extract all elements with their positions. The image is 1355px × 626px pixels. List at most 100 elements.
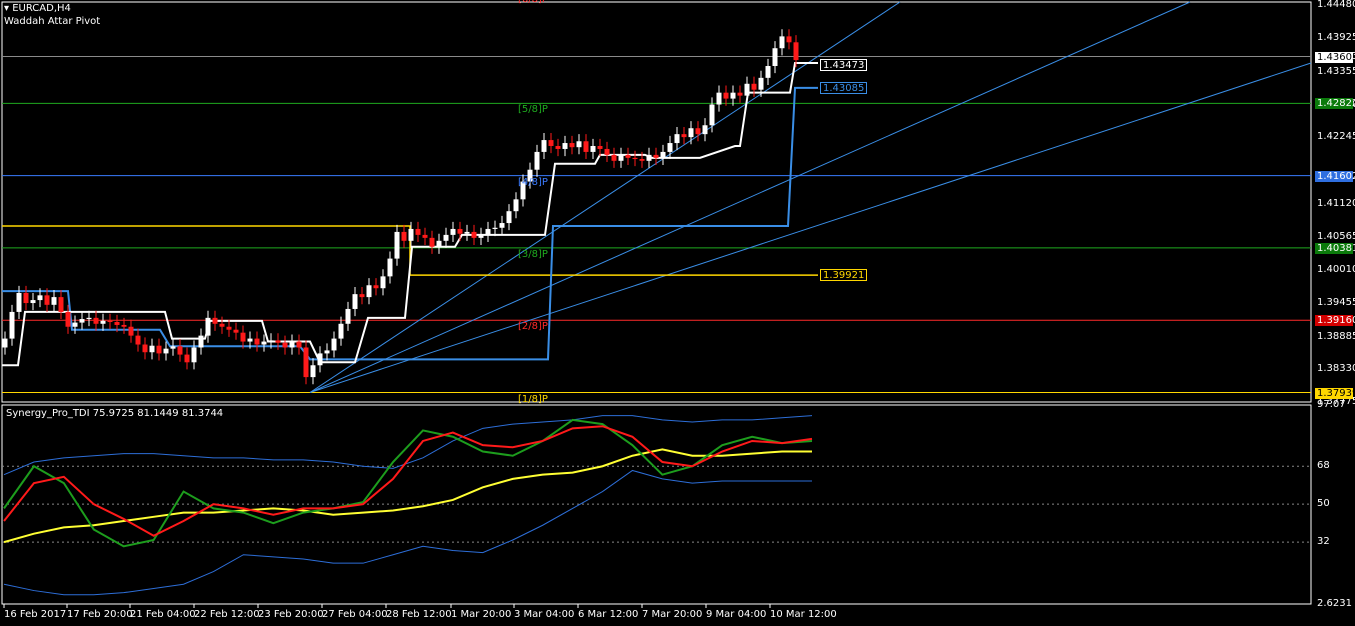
tdi-trade-signal-line [3,425,813,537]
time-axis-label: 23 Feb 20:00 [258,609,324,620]
candle-body [401,231,407,241]
tdi-axis-label: 68 [1317,460,1330,472]
candle-body [632,157,638,160]
candle-body [9,311,15,339]
candle-body [436,240,442,247]
indicator-name: Waddah Attar Pivot [4,16,101,27]
candle-body [534,151,540,170]
candle-body [716,92,722,105]
candle-body [597,146,603,149]
price-axis-label: 1.41120 [1317,198,1355,210]
candle-body [373,285,379,289]
candle-body [268,340,274,342]
candle-body [541,140,547,152]
time-axis-label: 27 Feb 04:00 [322,609,388,620]
candle-body [422,234,428,238]
time-axis-label: 16 Feb 2017 [4,609,67,620]
candle-body [492,227,498,229]
time-axis-label: 21 Feb 04:00 [130,609,196,620]
candle-body [170,346,176,349]
price-axis-label: 1.43355 [1317,65,1355,77]
price-axis-label: 1.40565 [1317,230,1355,242]
candle-body [674,134,680,144]
tdi-axis-label: 2.6231 [1317,598,1352,609]
candle-body [786,36,792,43]
candle-body [408,228,414,241]
candle-body [485,228,491,235]
candle-body [65,311,71,327]
candle-body [506,211,512,224]
candle-body [51,297,57,305]
candle-body [639,159,645,161]
price-axis-label: 1.43925 [1317,31,1355,43]
candle-body [317,353,323,366]
candle-body [730,92,736,99]
candle-body [793,42,799,61]
candle-body [653,154,659,158]
candle-body [457,228,463,234]
price-axis-marker: 1.39160 [1315,315,1355,327]
time-axis-label: 6 Mar 12:00 [578,609,639,620]
candle-body [205,317,211,336]
candle-body [590,146,596,152]
symbol-title[interactable]: ▾ EURCAD,H4 [4,3,71,14]
tdi-axis-label: 32 [1317,536,1330,548]
dropdown-triangle-icon[interactable]: ▾ [4,3,9,14]
fan-line-1 [309,1,1191,393]
pivot-label-5: [1/8]P [518,393,548,405]
pivot-label-1: [5/8]P [518,104,548,116]
price-chart-canvas[interactable] [0,0,1355,626]
candle-body [44,295,50,305]
candle-body [366,285,372,298]
candle-body [303,347,309,378]
time-axis-label: 7 Mar 20:00 [642,609,703,620]
candle-body [772,48,778,66]
candle-body [184,354,190,363]
candle-body [100,320,106,324]
price-axis-label: 1.39455 [1317,296,1355,308]
candle-body [555,146,561,149]
candle-body [282,342,288,348]
candle-body [191,347,197,363]
candle-body [387,258,393,277]
candle-body [681,134,687,138]
candle-body [702,125,708,135]
level-tag: 1.39921 [820,269,868,282]
price-axis-label: 1.38330 [1317,363,1355,375]
candle-body [464,231,470,234]
candle-body [72,322,78,327]
candle-body [751,83,757,90]
candle-body [723,92,729,99]
candle-body [569,143,575,148]
candle-body [107,320,113,322]
candle-body [338,323,344,339]
fan-line-0 [309,1,901,393]
time-axis-label: 10 Mar 12:00 [770,609,837,620]
candle-body [135,335,141,345]
price-pane-frame [1,1,1312,403]
candle-body [261,341,267,345]
candle-body [37,295,43,301]
candle-body [548,140,554,146]
time-axis-label: 3 Mar 04:00 [514,609,575,620]
time-axis-label: 17 Feb 20:00 [67,609,133,620]
price-axis-marker: 1.37939 [1315,387,1355,399]
price-axis-label: 1.38885 [1317,330,1355,342]
candle-body [219,323,225,327]
symbol-title-text: EURCAD,H4 [12,3,71,14]
candle-body [667,143,673,152]
tdi-axis-label: 50 [1317,498,1330,510]
candle-body [513,199,519,212]
candle-body [163,348,169,354]
candle-body [30,300,36,304]
candle-body [415,228,421,235]
candle-body [618,154,624,161]
candle-body [583,141,589,152]
candle-body [296,341,302,348]
candle-body [688,128,694,138]
candle-body [240,332,246,342]
candle-body [562,143,568,149]
candle-body [380,276,386,289]
level-tag: 1.43473 [820,58,868,71]
candle-body [765,66,771,78]
